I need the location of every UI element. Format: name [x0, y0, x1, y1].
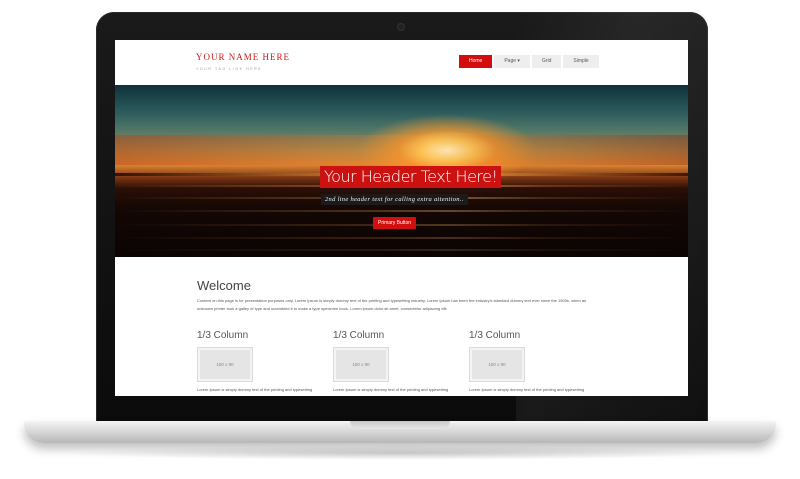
image-placeholder: 150 x 90 — [197, 347, 253, 382]
brand-name[interactable]: YOUR NAME HERE — [196, 52, 290, 62]
nav-item-home[interactable]: Home — [459, 55, 493, 68]
image-placeholder: 150 x 90 — [333, 347, 389, 382]
nav-item-page-dropdown[interactable]: Page ▾ — [494, 55, 530, 68]
webcam-dot — [398, 24, 404, 30]
primary-button[interactable]: Primary Button — [373, 217, 417, 229]
column-text: Lorem Ipsum is simply dummy text of the … — [197, 387, 313, 392]
water-ripple — [115, 210, 688, 212]
hero-subtitle: 2nd line header text for calling extra a… — [321, 194, 468, 205]
column-text: Lorem Ipsum is simply dummy text of the … — [469, 387, 585, 392]
image-placeholder: 150 x 90 — [469, 347, 525, 382]
main-nav: Home Page ▾ Grid Simple — [459, 55, 599, 68]
nav-item-grid[interactable]: Grid — [531, 55, 562, 68]
brand-tagline: YOUR TAG LINE HERE — [196, 67, 263, 71]
column-3: 1/3 Column 150 x 90 Lorem Ipsum is simpl… — [469, 330, 599, 392]
laptop-screen: YOUR NAME HERE YOUR TAG LINE HERE Home P… — [115, 40, 688, 396]
water-ripple — [115, 249, 688, 251]
site-header: YOUR NAME HERE YOUR TAG LINE HERE Home P… — [115, 40, 688, 85]
hero-title: Your Header Text Here! — [320, 166, 502, 188]
hero-banner: Your Header Text Here! 2nd line header t… — [115, 85, 688, 257]
laptop-open-notch — [350, 421, 450, 429]
main-content: Welcome Content on this page is for pres… — [115, 257, 688, 396]
column-1: 1/3 Column 150 x 90 Lorem Ipsum is simpl… — [197, 330, 327, 392]
welcome-heading: Welcome — [197, 278, 251, 293]
water-ripple — [115, 237, 688, 239]
column-text: Lorem Ipsum is simply dummy text of the … — [333, 387, 449, 392]
nav-item-simple[interactable]: Simple — [563, 55, 599, 68]
column-title: 1/3 Column — [333, 330, 385, 341]
column-2: 1/3 Column 150 x 90 Lorem Ipsum is simpl… — [333, 330, 463, 392]
laptop-shadow — [60, 446, 740, 460]
column-title: 1/3 Column — [197, 330, 249, 341]
sunset-sky-glow — [115, 135, 688, 165]
intro-paragraph: Content on this page is for presentation… — [197, 298, 587, 311]
column-title: 1/3 Column — [469, 330, 521, 341]
